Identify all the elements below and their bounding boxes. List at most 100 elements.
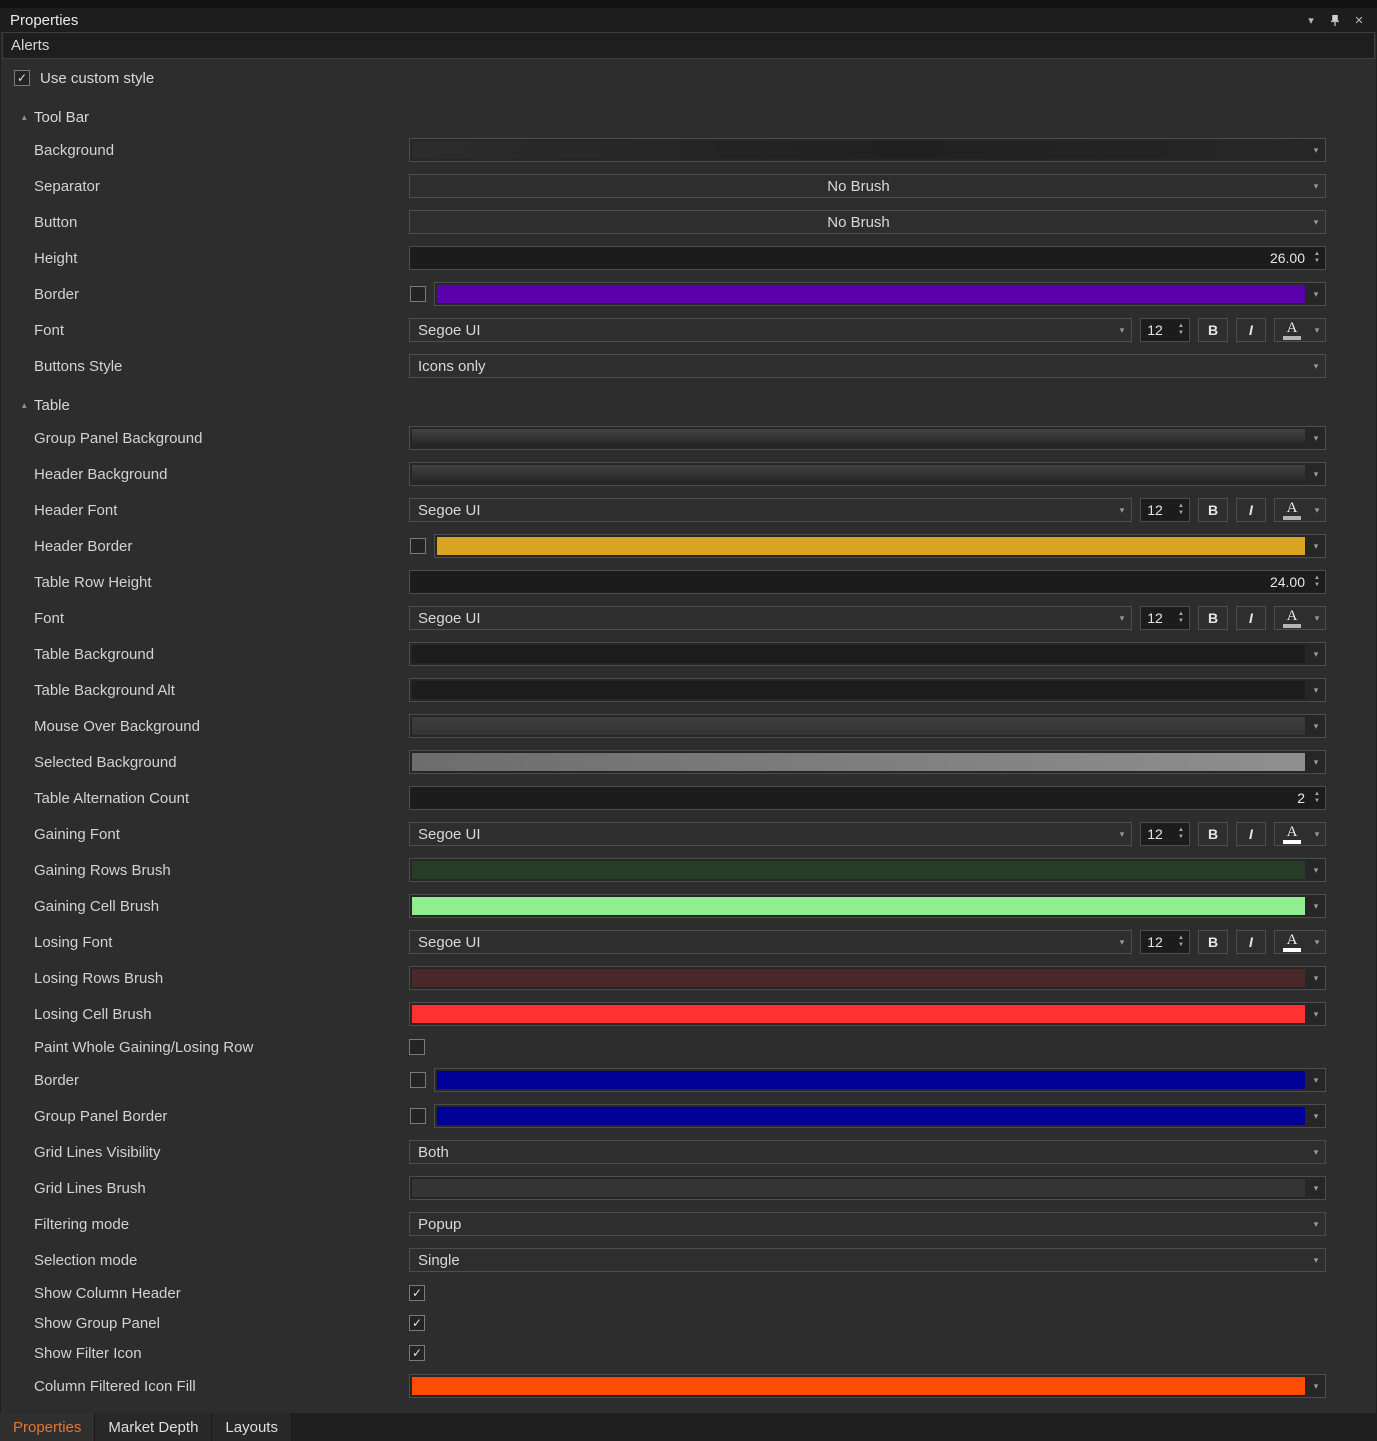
spin-up-icon[interactable]: ▲ — [1178, 323, 1184, 330]
use-custom-style-row[interactable]: ✓ Use custom style — [0, 60, 1377, 96]
close-icon[interactable]: ✕ — [1347, 11, 1371, 29]
selected-background-brush-picker[interactable]: ▾ — [409, 750, 1326, 774]
spin-up-icon[interactable]: ▲ — [1314, 575, 1320, 582]
font-family-value: Segoe UI — [410, 502, 1113, 519]
table-background-alt-brush-picker[interactable]: ▾ — [409, 678, 1326, 702]
letter-a: A — [1287, 933, 1298, 947]
border-checkbox[interactable] — [410, 1072, 426, 1088]
italic-button[interactable]: I — [1236, 822, 1266, 846]
grid-lines-visibility-dropdown[interactable]: Both▾ — [409, 1140, 1326, 1164]
collapse-icon[interactable]: ▴ — [22, 400, 34, 411]
header-background-brush-picker[interactable]: ▾ — [409, 462, 1326, 486]
group-panel-border-brush-picker[interactable]: ▾ — [434, 1104, 1326, 1128]
font-family-dropdown[interactable]: Segoe UI▾ — [409, 606, 1132, 630]
property-label: Group Panel Border — [0, 1108, 409, 1125]
gaining-rows-brush-brush-picker[interactable]: ▾ — [409, 858, 1326, 882]
font-color-button[interactable]: A▾ — [1274, 822, 1326, 846]
table-alternation-count-spinner[interactable]: 2▲▼ — [409, 786, 1326, 810]
italic-button[interactable]: I — [1236, 318, 1266, 342]
column-filtered-icon-fill-brush-picker[interactable]: ▾ — [409, 1374, 1326, 1398]
font-size-spinner[interactable]: 12▲▼ — [1140, 318, 1190, 342]
font-color-button[interactable]: A▾ — [1274, 606, 1326, 630]
header-border-brush-picker[interactable]: ▾ — [434, 534, 1326, 558]
font-size-spinner[interactable]: 12 ▲▼ — [1140, 930, 1190, 954]
grid-lines-brush-brush-picker[interactable]: ▾ — [409, 1176, 1326, 1200]
gaining-font-family-dropdown[interactable]: Segoe UI▾ — [409, 822, 1132, 846]
font-color-button[interactable]: A▾ — [1274, 318, 1326, 342]
buttons-style-dropdown[interactable]: Icons only▾ — [409, 354, 1326, 378]
tab-properties[interactable]: Properties — [0, 1413, 95, 1441]
font-size-spinner[interactable]: 12▲▼ — [1140, 606, 1190, 630]
spin-up-icon[interactable]: ▲ — [1314, 791, 1320, 798]
show-group-panel-checkbox[interactable]: ✓ — [409, 1315, 425, 1331]
collapse-icon[interactable]: ▴ — [22, 112, 34, 123]
use-custom-style-checkbox[interactable]: ✓ — [14, 70, 30, 86]
chevron-down-icon: ▾ — [1307, 427, 1325, 449]
selection-mode-dropdown[interactable]: Single▾ — [409, 1248, 1326, 1272]
gaining-cell-brush-brush-picker[interactable]: ▾ — [409, 894, 1326, 918]
font-color-button[interactable]: A▾ — [1274, 498, 1326, 522]
italic-button[interactable]: I — [1236, 606, 1266, 630]
separator-dropdown[interactable]: No Brush▾ — [409, 174, 1326, 198]
dropdown-value: Single — [410, 1252, 1307, 1269]
losing-cell-brush-brush-picker[interactable]: ▾ — [409, 1002, 1326, 1026]
height-spinner[interactable]: 26.00▲▼ — [409, 246, 1326, 270]
border-brush-picker[interactable]: ▾ — [434, 282, 1326, 306]
spin-down-icon[interactable]: ▼ — [1178, 510, 1184, 517]
spin-up-icon[interactable]: ▲ — [1178, 503, 1184, 510]
bold-button[interactable]: B — [1198, 930, 1228, 954]
border-brush-picker[interactable]: ▾ — [434, 1068, 1326, 1092]
losing-rows-brush-brush-picker[interactable]: ▾ — [409, 966, 1326, 990]
panel-menu-caret-icon[interactable]: ▾ — [1299, 11, 1323, 29]
header-font-family-dropdown[interactable]: Segoe UI▾ — [409, 498, 1132, 522]
font-size-spinner[interactable]: 12▲▼ — [1140, 498, 1190, 522]
spin-down-icon[interactable]: ▼ — [1178, 942, 1184, 949]
losing-font-family-dropdown[interactable]: Segoe UI▾ — [409, 930, 1132, 954]
target-selector-box[interactable]: Alerts — [2, 32, 1375, 59]
property-label: Border — [0, 1072, 409, 1089]
bold-button[interactable]: B — [1198, 498, 1228, 522]
bold-button[interactable]: B — [1198, 606, 1228, 630]
tab-layouts[interactable]: Layouts — [212, 1413, 292, 1441]
spin-down-icon[interactable]: ▼ — [1178, 618, 1184, 625]
property-label: Losing Cell Brush — [0, 1006, 409, 1023]
spin-up-icon[interactable]: ▲ — [1178, 827, 1184, 834]
italic-button[interactable]: I — [1236, 498, 1266, 522]
section-header-table[interactable]: ▴Table — [0, 390, 1377, 420]
spin-down-icon[interactable]: ▼ — [1314, 582, 1320, 589]
filtering-mode-dropdown[interactable]: Popup▾ — [409, 1212, 1326, 1236]
letter-a: A — [1287, 825, 1298, 839]
group-panel-background-brush-picker[interactable]: ▾ — [409, 426, 1326, 450]
spin-up-icon[interactable]: ▲ — [1178, 935, 1184, 942]
target-selector[interactable]: Alerts — [0, 32, 1377, 60]
spin-up-icon[interactable]: ▲ — [1314, 251, 1320, 258]
table-background-brush-picker[interactable]: ▾ — [409, 642, 1326, 666]
group-panel-border-checkbox[interactable] — [410, 1108, 426, 1124]
bold-button[interactable]: B — [1198, 318, 1228, 342]
paint-whole-gaining-losing-row-checkbox[interactable] — [409, 1039, 425, 1055]
spin-down-icon[interactable]: ▼ — [1178, 330, 1184, 337]
spin-down-icon[interactable]: ▼ — [1314, 798, 1320, 805]
italic-button[interactable]: I — [1236, 930, 1266, 954]
table-row-height-spinner[interactable]: 24.00▲▼ — [409, 570, 1326, 594]
pin-icon[interactable] — [1323, 11, 1347, 29]
tab-market-depth[interactable]: Market Depth — [95, 1413, 212, 1441]
header-border-checkbox[interactable] — [410, 538, 426, 554]
font-color-button[interactable]: A▾ — [1274, 930, 1326, 954]
property-control: 2▲▼ — [409, 786, 1326, 810]
font-family-dropdown[interactable]: Segoe UI▾ — [409, 318, 1132, 342]
spin-up-icon[interactable]: ▲ — [1178, 611, 1184, 618]
show-filter-icon-checkbox[interactable]: ✓ — [409, 1345, 425, 1361]
show-column-header-checkbox[interactable]: ✓ — [409, 1285, 425, 1301]
background-brush-picker[interactable]: ▾ — [409, 138, 1326, 162]
section-header-tool-bar[interactable]: ▴Tool Bar — [0, 102, 1377, 132]
font-size-value: 12 — [1141, 934, 1173, 950]
button-dropdown[interactable]: No Brush▾ — [409, 210, 1326, 234]
chevron-down-icon: ▾ — [1307, 217, 1325, 228]
bold-button[interactable]: B — [1198, 822, 1228, 846]
spin-down-icon[interactable]: ▼ — [1178, 834, 1184, 841]
spin-down-icon[interactable]: ▼ — [1314, 258, 1320, 265]
border-checkbox[interactable] — [410, 286, 426, 302]
font-size-spinner[interactable]: 12▲▼ — [1140, 822, 1190, 846]
mouse-over-background-brush-picker[interactable]: ▾ — [409, 714, 1326, 738]
